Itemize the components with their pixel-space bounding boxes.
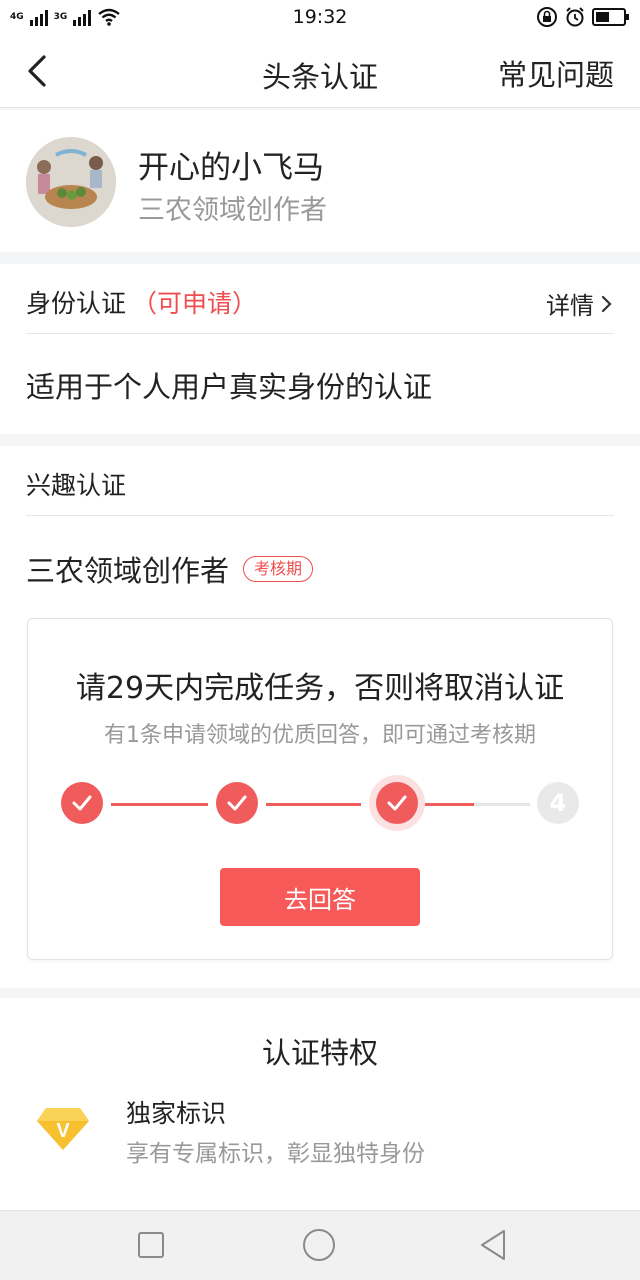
faq-link[interactable]: 常见问题 (498, 52, 614, 94)
profile-card: 开心的小飞马 三农领域创作者 (0, 110, 640, 252)
step-3-check (376, 782, 418, 824)
status-bar: 4G 3G 19:32 (0, 0, 640, 34)
step-4-label: 4 (549, 789, 567, 817)
battery-icon (592, 8, 629, 26)
privilege-desc: 享有专属标识，彰显独特身份 (126, 1141, 425, 1167)
network-label-2: 3G (53, 11, 68, 22)
signal-icon (29, 8, 48, 26)
svg-text:V: V (56, 1120, 70, 1142)
identity-cert-title: 身份认证 （可申请） (26, 284, 257, 320)
probation-badge: 考核期 (243, 556, 314, 582)
interest-cert-title: 兴趣认证 (26, 471, 127, 500)
chevron-right-icon (601, 295, 612, 312)
avatar-image (26, 137, 116, 227)
interest-cert-section: 兴趣认证 三农领域创作者 考核期 请29天内完成任务，否则将取消认证 有1条申请… (0, 446, 640, 988)
interest-field-row: 三农领域创作者 考核期 (26, 548, 314, 590)
status-left: 4G 3G (10, 8, 121, 26)
identity-cert-description: 适用于个人用户真实身份的认证 (26, 370, 433, 404)
identity-cert-header: 身份认证 （可申请） 详情 (26, 264, 614, 334)
check-icon (72, 795, 92, 811)
signal-icon-2 (73, 8, 92, 26)
identity-cert-status: （可申请） (132, 289, 258, 318)
step-2-check (216, 782, 258, 824)
privileges-section: 认证特权 V 独家标识 享有专属标识，彰显独特身份 (0, 998, 640, 1210)
identity-cert-title-text: 身份认证 (26, 289, 127, 318)
step-1-check (61, 782, 103, 824)
rotation-lock-icon (537, 7, 557, 27)
progress-line-3-fill (418, 803, 474, 806)
check-icon (387, 795, 407, 811)
identity-detail-label: 详情 (546, 292, 594, 320)
clock: 19:32 (292, 6, 348, 28)
interest-field-name: 三农领域创作者 (26, 554, 230, 588)
home-icon[interactable] (302, 1228, 336, 1262)
identity-detail-link[interactable]: 详情 (546, 286, 614, 321)
task-progress-steps: 4 (28, 779, 614, 829)
network-label-1: 4G (10, 11, 24, 22)
wifi-icon (98, 8, 121, 26)
alarm-icon (566, 7, 584, 27)
top-navbar: 头条认证 常见问题 (0, 34, 640, 108)
progress-line-1 (111, 803, 208, 806)
identity-cert-section: 身份认证 （可申请） 详情 适用于个人用户真实身份的认证 (0, 264, 640, 434)
go-answer-button[interactable]: 去回答 (220, 868, 420, 926)
privilege-name: 独家标识 (126, 1099, 227, 1128)
diamond-v-icon: V (37, 1108, 89, 1150)
interest-cert-header: 兴趣认证 (26, 446, 614, 516)
task-subtitle: 有1条申请领域的优质回答，即可通过考核期 (104, 723, 536, 748)
status-right (536, 6, 630, 28)
back-nav-icon[interactable] (478, 1228, 508, 1262)
privileges-title: 认证特权 (261, 1036, 378, 1070)
task-card: 请29天内完成任务，否则将取消认证 有1条申请领域的优质回答，即可通过考核期 4… (27, 618, 613, 960)
task-title: 请29天内完成任务，否则将取消认证 (75, 671, 565, 706)
progress-line-2 (266, 803, 361, 806)
avatar[interactable] (26, 137, 116, 227)
system-nav-bar (0, 1210, 640, 1280)
check-icon (227, 795, 247, 811)
step-4: 4 (537, 782, 579, 824)
profile-role: 三农领域创作者 (138, 195, 327, 226)
recent-apps-icon[interactable] (137, 1231, 165, 1259)
profile-name: 开心的小飞马 (138, 150, 324, 186)
